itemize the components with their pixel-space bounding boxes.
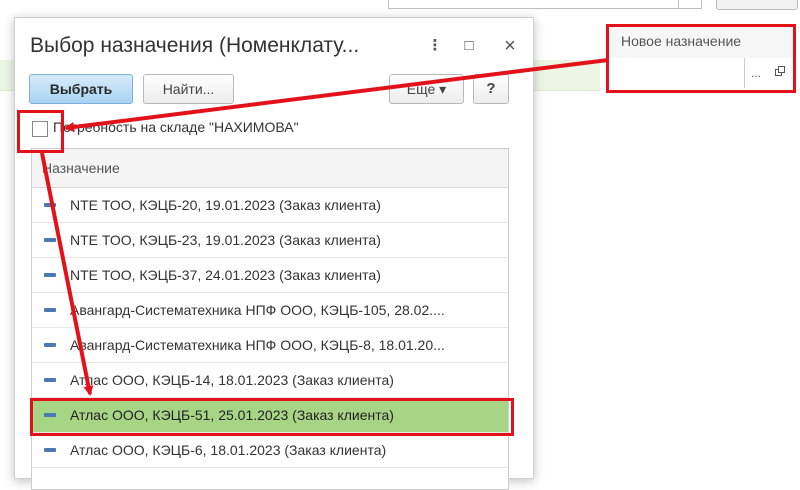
list-item[interactable]: Атлас ООО, КЭЦБ-6, 18.01.2023 (Заказ кли… xyxy=(32,433,508,468)
item-icon xyxy=(44,343,56,347)
item-icon xyxy=(44,203,56,207)
list-item-label: Атлас ООО, КЭЦБ-6, 18.01.2023 (Заказ кли… xyxy=(70,442,387,458)
list-item-label: NTE ТОО, КЭЦБ-37, 24.01.2023 (Заказ клие… xyxy=(70,267,381,283)
purpose-column-header[interactable]: Назначение xyxy=(32,149,508,188)
warehouse-demand-label: Потребность на складе "НАХИМОВА" xyxy=(53,119,299,135)
background-input-button xyxy=(678,0,702,9)
list-item-label: NTE ТОО, КЭЦБ-20, 19.01.2023 (Заказ клие… xyxy=(70,197,381,213)
list-item-label: NTE ТОО, КЭЦБ-23, 19.01.2023 (Заказ клие… xyxy=(70,232,381,248)
select-dots-button[interactable]: ... xyxy=(744,58,767,88)
select-purpose-dialog: Выбор назначения (Номенклату... ⋮ □ × Вы… xyxy=(14,17,534,490)
item-icon xyxy=(44,238,56,242)
select-button[interactable]: Выбрать xyxy=(29,74,133,104)
item-icon xyxy=(44,448,56,452)
list-item-label: Атлас ООО, КЭЦБ-14, 18.01.2023 (Заказ кл… xyxy=(70,372,394,388)
item-icon xyxy=(44,413,56,417)
warehouse-demand-checkbox[interactable] xyxy=(32,121,48,137)
list-item-selected[interactable]: Атлас ООО, КЭЦБ-51, 25.01.2023 (Заказ кл… xyxy=(32,398,508,433)
list-item-label: Атлас ООО, КЭЦБ-51, 25.01.2023 (Заказ кл… xyxy=(70,407,394,423)
list-item[interactable]: Атлас ООО, КЭЦБ-14, 18.01.2023 (Заказ кл… xyxy=(32,363,508,398)
background-button xyxy=(716,0,798,10)
list-item-label: Авангард-Систематехника НПФ ООО, КЭЦБ-8,… xyxy=(70,337,445,353)
list-item[interactable]: Авангард-Систематехника НПФ ООО, КЭЦБ-10… xyxy=(32,293,508,328)
background-input xyxy=(388,0,680,9)
more-actions-icon[interactable]: ⋮ xyxy=(425,36,445,56)
close-icon[interactable]: × xyxy=(500,36,520,56)
list-item[interactable]: Авангард-Систематехника НПФ ООО, КЭЦБ-8,… xyxy=(32,328,508,363)
list-item-label: Авангард-Систематехника НПФ ООО, КЭЦБ-10… xyxy=(70,302,445,318)
new-purpose-field[interactable]: ... xyxy=(606,58,796,93)
find-button[interactable]: Найти... xyxy=(143,74,234,104)
purpose-list[interactable]: Назначение NTE ТОО, КЭЦБ-20, 19.01.2023 … xyxy=(31,148,509,490)
item-icon xyxy=(44,273,56,277)
help-button[interactable]: ? xyxy=(473,74,509,104)
list-item[interactable]: NTE ТОО, КЭЦБ-37, 24.01.2023 (Заказ клие… xyxy=(32,258,508,293)
item-icon xyxy=(44,378,56,382)
maximize-icon[interactable]: □ xyxy=(459,36,479,56)
open-window-icon[interactable] xyxy=(769,58,791,88)
more-button[interactable]: Еще ▾ xyxy=(389,74,464,104)
item-icon xyxy=(44,308,56,312)
dialog-title: Выбор назначения (Номенклату... xyxy=(30,34,360,57)
list-item[interactable]: NTE ТОО, КЭЦБ-20, 19.01.2023 (Заказ клие… xyxy=(32,188,508,223)
new-purpose-label: Новое назначение xyxy=(621,33,742,49)
list-item[interactable]: NTE ТОО, КЭЦБ-23, 19.01.2023 (Заказ клие… xyxy=(32,223,508,258)
